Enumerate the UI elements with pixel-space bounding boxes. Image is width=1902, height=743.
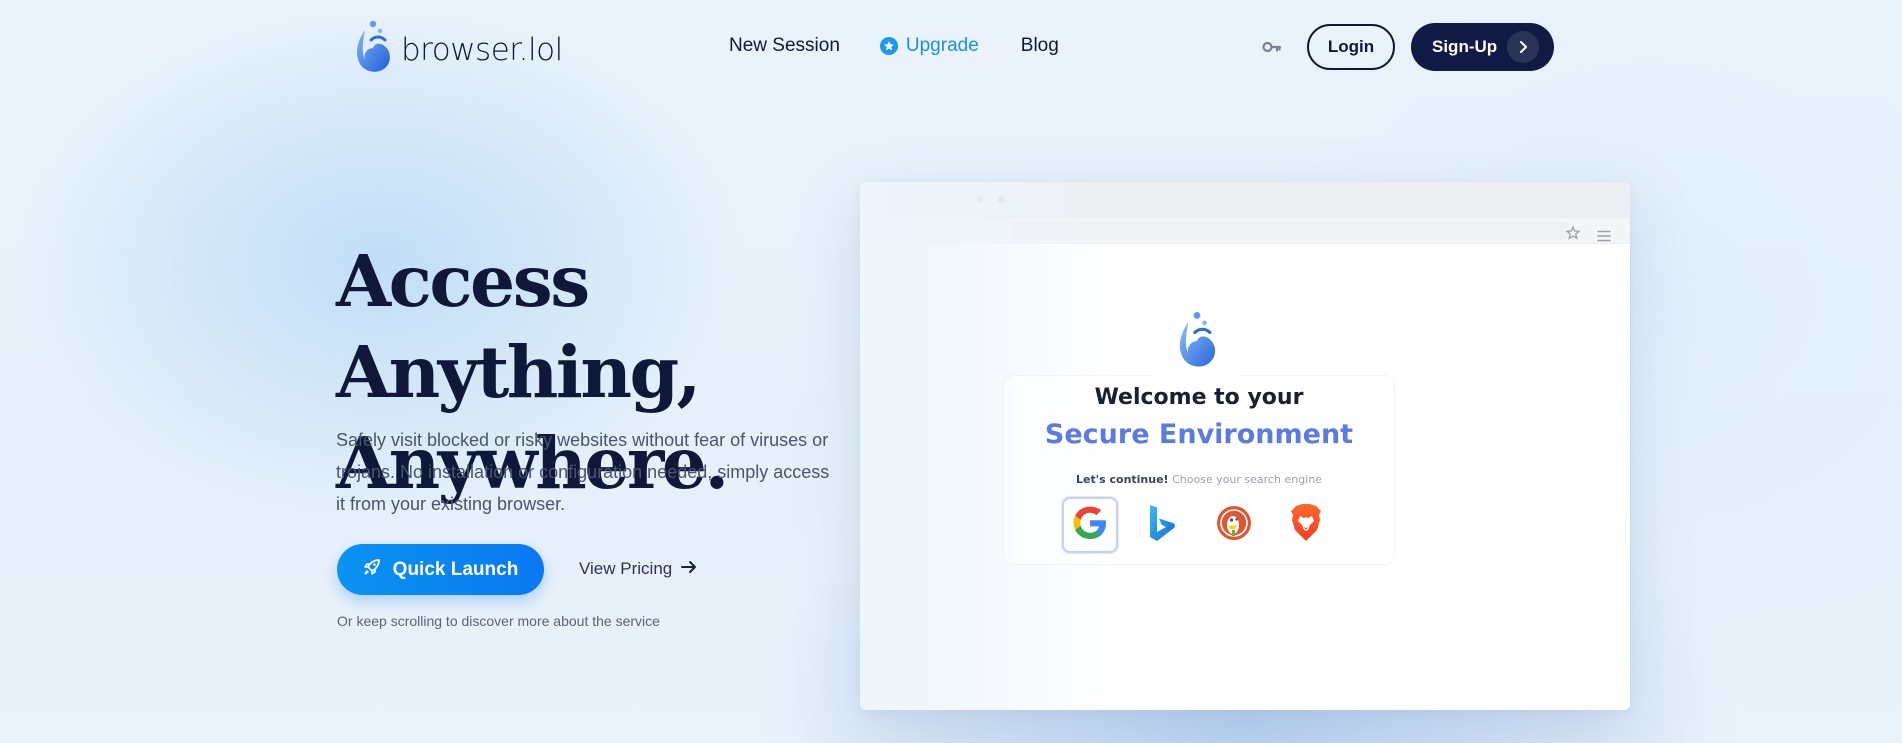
mockup-continue-rest: Choose your search engine	[1168, 473, 1322, 486]
arrow-right-icon	[681, 559, 697, 579]
search-engine-options	[1062, 497, 1334, 553]
key-icon[interactable]	[1262, 37, 1282, 62]
mockup-engine-prompt: Let's continue! Choose your search engin…	[1004, 473, 1394, 486]
hero-title-line1: Access Anything,	[336, 239, 701, 414]
brave-icon	[1288, 503, 1324, 548]
star-badge-icon	[879, 37, 898, 55]
duckduckgo-icon	[1214, 503, 1254, 548]
login-button[interactable]: Login	[1307, 24, 1395, 70]
bookmark-star-icon	[1565, 225, 1581, 245]
quick-launch-label: Quick Launch	[392, 558, 519, 580]
chevron-right-icon	[1507, 31, 1540, 63]
mockup-secure-title: Secure Environment	[1044, 419, 1354, 450]
nav-blog[interactable]: Blog	[1021, 35, 1059, 57]
scroll-hint: Or keep scrolling to discover more about…	[337, 613, 660, 629]
droplet-logo-icon	[351, 18, 395, 81]
quick-launch-button[interactable]: Quick Launch	[337, 544, 544, 595]
mockup-logo-tile	[1153, 298, 1241, 386]
mockup-url-field	[1010, 222, 1570, 240]
engine-option-bing[interactable]	[1134, 497, 1190, 553]
google-icon	[1070, 503, 1110, 548]
rocket-icon	[363, 558, 381, 582]
main-nav: New Session Upgrade Blog	[729, 35, 1059, 57]
view-pricing-link[interactable]: View Pricing	[579, 559, 697, 579]
view-pricing-label: View Pricing	[579, 559, 673, 578]
mockup-welcome-title: Welcome to your	[1094, 385, 1304, 410]
nav-new-session[interactable]: New Session	[729, 35, 840, 57]
hero-description: Safely visit blocked or risky websites w…	[336, 430, 830, 514]
nav-upgrade-label: Upgrade	[905, 35, 979, 56]
nav-upgrade[interactable]: Upgrade	[879, 35, 979, 57]
signup-button[interactable]: Sign-Up	[1411, 23, 1554, 71]
mockup-tab-bar	[860, 182, 1630, 218]
brand-name: browser.lol	[401, 31, 563, 68]
mockup-address-bar	[860, 218, 1630, 244]
mockup-window-dot	[998, 196, 1005, 203]
engine-option-google[interactable]	[1062, 497, 1118, 553]
droplet-logo-icon	[1173, 309, 1221, 376]
mockup-continue-bold: Let's continue!	[1076, 473, 1169, 486]
engine-option-duckduckgo[interactable]	[1206, 497, 1262, 553]
mockup-window-dot	[976, 196, 983, 203]
engine-option-brave[interactable]	[1278, 497, 1334, 553]
signup-label: Sign-Up	[1432, 37, 1498, 56]
top-navbar: browser.lol New Session Upgrade Blog Log…	[0, 0, 1902, 94]
brand-logo[interactable]: browser.lol	[351, 18, 563, 81]
bing-icon	[1146, 503, 1178, 548]
hamburger-menu-icon	[1597, 229, 1611, 247]
